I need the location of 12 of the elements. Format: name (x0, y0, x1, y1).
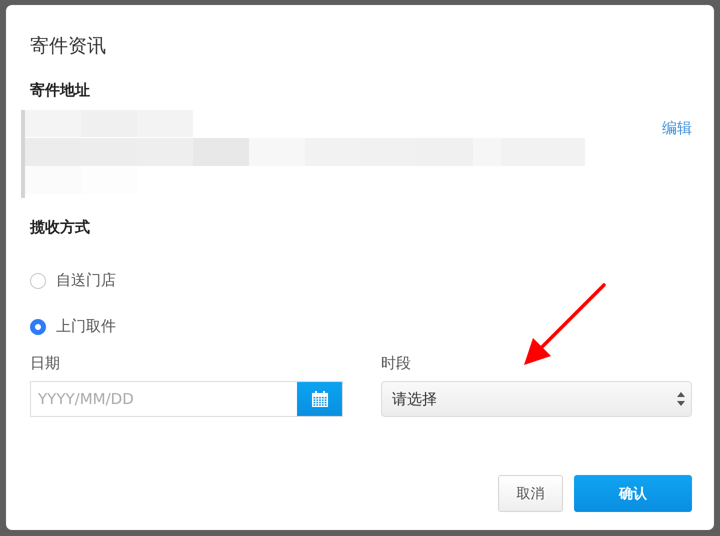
section-heading: 揽收方式 (30, 218, 91, 237)
radio-label[interactable]: 上门取件 (56, 317, 116, 336)
radio-label[interactable]: 自送门店 (56, 271, 116, 290)
field-label: 日期 (30, 354, 61, 373)
section-heading: 寄件地址 (30, 81, 91, 100)
time-slot-select[interactable]: 请选择 (381, 381, 692, 417)
field-label: 时段 (381, 354, 412, 373)
cancel-button[interactable]: 取消 (498, 475, 563, 512)
up-down-caret-icon (677, 392, 685, 406)
radio-button[interactable] (30, 272, 46, 288)
dialog-title: 寄件资讯 (30, 34, 107, 59)
radio-button[interactable] (30, 318, 46, 334)
